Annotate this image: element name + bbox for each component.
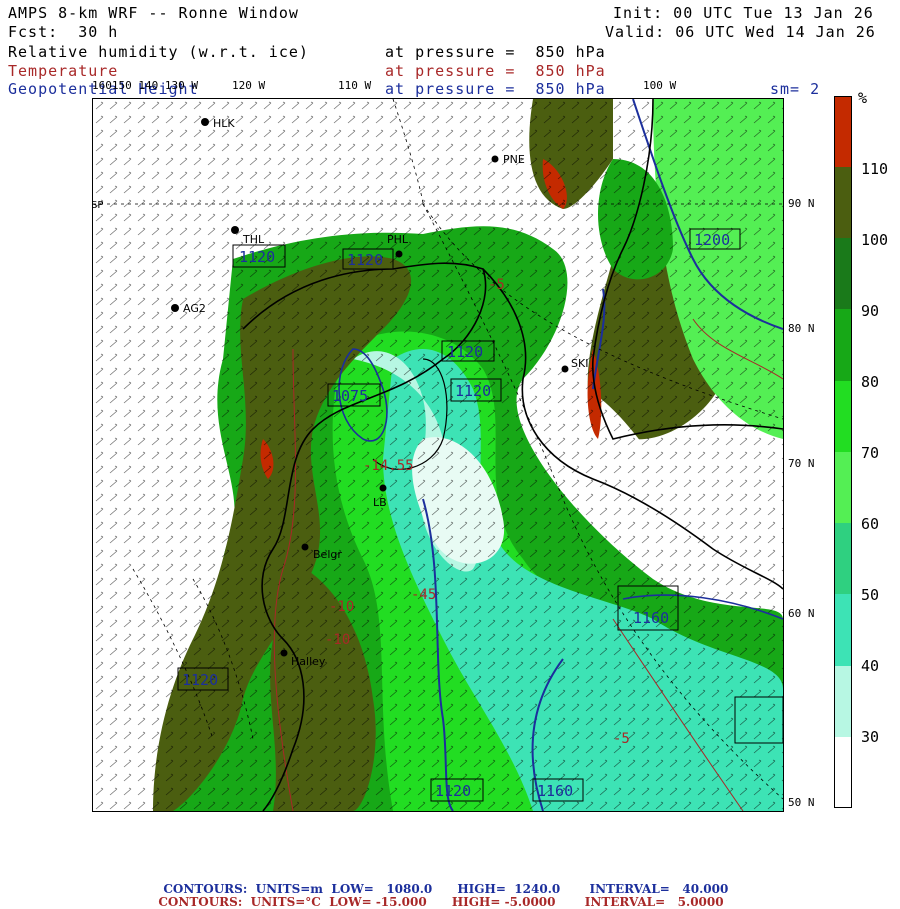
station-dot[interactable]	[280, 649, 288, 657]
colorbar-tick: 110	[861, 160, 889, 178]
footer-temp-contours: CONTOURS: UNITS=°C LOW= -15.000 HIGH= -5…	[150, 881, 724, 909]
svg-text:1120: 1120	[447, 343, 483, 361]
station-dot[interactable]	[301, 543, 309, 551]
colorbar-tick: 40	[861, 657, 880, 675]
lat-label: 50 N	[788, 796, 815, 809]
station-label: THL	[242, 233, 265, 246]
colorbar-swatch	[834, 594, 852, 666]
lon-label: 110 W	[338, 79, 372, 92]
lat-label: 90 N	[788, 197, 815, 210]
station-dot[interactable]	[201, 118, 209, 126]
colorbar-swatch	[834, 238, 852, 309]
lon-label: 160150 140 130 W	[92, 79, 198, 92]
station-label: AG2	[183, 302, 206, 315]
field-level-temp: at pressure = 850 hPa	[385, 62, 606, 80]
colorbar-swatch	[834, 523, 852, 594]
forecast-hour: Fcst: 30 h	[8, 23, 119, 41]
colorbar-tick: 100	[861, 231, 889, 249]
station-dot[interactable]	[379, 484, 387, 492]
colorbar-swatch	[834, 167, 852, 238]
colorbar-tick: 80	[861, 373, 880, 391]
map-title: AMPS 8-km WRF -- Ronne Window	[8, 4, 299, 22]
svg-text:1160: 1160	[537, 782, 573, 800]
pole-label: SP	[93, 200, 103, 211]
map-canvas: HLK PNE THL PHL AG2 SKI LB Belgr Halley …	[93, 99, 783, 811]
svg-text:1120: 1120	[182, 671, 218, 689]
lon-label: 120 W	[232, 79, 266, 92]
svg-text:1075: 1075	[332, 387, 368, 405]
footer-label: CONTOURS:	[158, 895, 243, 909]
smoothing-label: sm= 2	[770, 80, 821, 98]
field-level-rh: at pressure = 850 hPa	[385, 43, 606, 61]
station-dot[interactable]	[231, 226, 239, 234]
station-dot[interactable]	[491, 155, 499, 163]
temp-label: -14.55	[363, 458, 414, 474]
lat-label: 70 N	[788, 457, 815, 470]
field-name-temp: Temperature	[8, 62, 119, 80]
svg-text:1200: 1200	[694, 231, 730, 249]
lat-label: 80 N	[788, 322, 815, 335]
colorbar-unit: %	[858, 89, 868, 107]
field-name-rh: Relative humidity (w.r.t. ice)	[8, 43, 309, 61]
station-label: SKI	[571, 357, 588, 370]
station-dot[interactable]	[171, 304, 179, 312]
colorbar-tick: 60	[861, 515, 880, 533]
temp-label: -5	[613, 731, 630, 747]
lon-label: 100 W	[643, 79, 677, 92]
colorbar-swatch	[834, 452, 852, 523]
colorbar-tick: 50	[861, 586, 880, 604]
station-label: PNE	[503, 153, 525, 166]
field-level-height: at pressure = 850 hPa	[385, 80, 606, 98]
colorbar-tick: 30	[861, 728, 880, 746]
colorbar-swatch	[834, 666, 852, 737]
svg-text:1120: 1120	[455, 382, 491, 400]
station-label: PHL	[387, 233, 409, 246]
footer-low: LOW= -15.000	[329, 895, 427, 909]
footer-high: HIGH= -5.0000	[451, 895, 556, 909]
temp-label: -45	[411, 587, 436, 603]
colorbar-swatch	[834, 96, 852, 167]
temp-label: -10	[329, 599, 354, 615]
map-panel[interactable]: HLK PNE THL PHL AG2 SKI LB Belgr Halley …	[92, 98, 784, 812]
footer-interval: INTERVAL= 5.0000	[584, 895, 724, 909]
svg-text:1120: 1120	[239, 248, 275, 266]
station-dot[interactable]	[561, 365, 569, 373]
svg-text:1160: 1160	[633, 609, 669, 627]
wind-barbs	[93, 99, 783, 811]
station-dot[interactable]	[395, 250, 403, 258]
valid-time: Valid: 06 UTC Wed 14 Jan 26	[605, 23, 876, 41]
station-label: HLK	[213, 117, 235, 130]
init-time: Init: 00 UTC Tue 13 Jan 26	[613, 4, 874, 22]
footer-units: UNITS=°C	[250, 895, 321, 909]
colorbar-tick: 90	[861, 302, 880, 320]
svg-text:1120: 1120	[347, 251, 383, 269]
colorbar-swatch	[834, 737, 852, 808]
station-label: Halley	[291, 655, 326, 668]
lat-label: 60 N	[788, 607, 815, 620]
temp-label: -5	[488, 277, 505, 293]
colorbar-tick: 70	[861, 444, 880, 462]
svg-text:1120: 1120	[435, 782, 471, 800]
temp-label: -10	[325, 632, 350, 648]
colorbar	[834, 96, 852, 808]
station-label: Belgr	[313, 548, 342, 561]
station-label: LB	[373, 496, 387, 509]
colorbar-swatch	[834, 381, 852, 452]
colorbar-swatch	[834, 309, 852, 381]
